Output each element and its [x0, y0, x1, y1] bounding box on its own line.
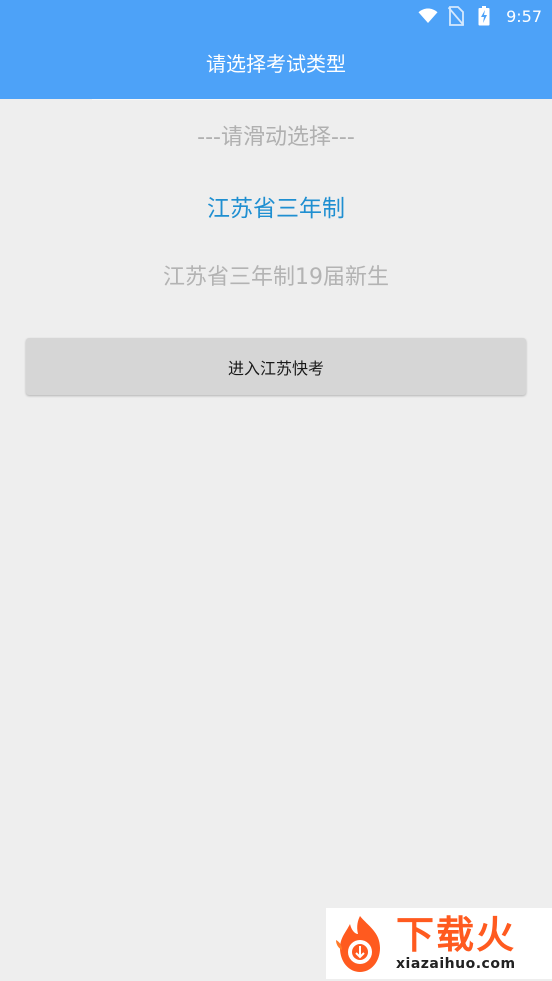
- flame-logo-icon: [336, 915, 380, 972]
- watermark-domain: xiazaihuo.com: [396, 955, 516, 972]
- watermark-text: 下载火 xiazaihuo.com: [396, 915, 516, 973]
- status-time: 9:57: [506, 6, 542, 26]
- picker-option-selected[interactable]: 江苏省三年制: [0, 189, 552, 223]
- no-sim-icon: [446, 6, 466, 26]
- app-screen: 9:57 请选择考试类型 ---请滑动选择--- 江苏省三年制 江苏省三年制19…: [0, 0, 552, 981]
- picker-hint: ---请滑动选择---: [197, 125, 355, 150]
- picker-divider: [92, 99, 460, 100]
- watermark-brand: 下载火: [396, 912, 517, 957]
- wifi-icon: [418, 6, 438, 26]
- status-bar: 9:57: [418, 0, 552, 32]
- enter-exam-button[interactable]: 进入江苏快考: [26, 338, 526, 395]
- picker-option[interactable]: 江苏省三年制19届新生: [0, 259, 552, 291]
- exam-type-picker[interactable]: ---请滑动选择--- 江苏省三年制 江苏省三年制19届新生: [0, 99, 552, 309]
- watermark: 下载火 xiazaihuo.com: [326, 908, 552, 979]
- page-title: 请选择考试类型: [206, 52, 346, 76]
- app-header: 9:57 请选择考试类型: [0, 0, 552, 99]
- battery-charging-icon: [474, 6, 494, 26]
